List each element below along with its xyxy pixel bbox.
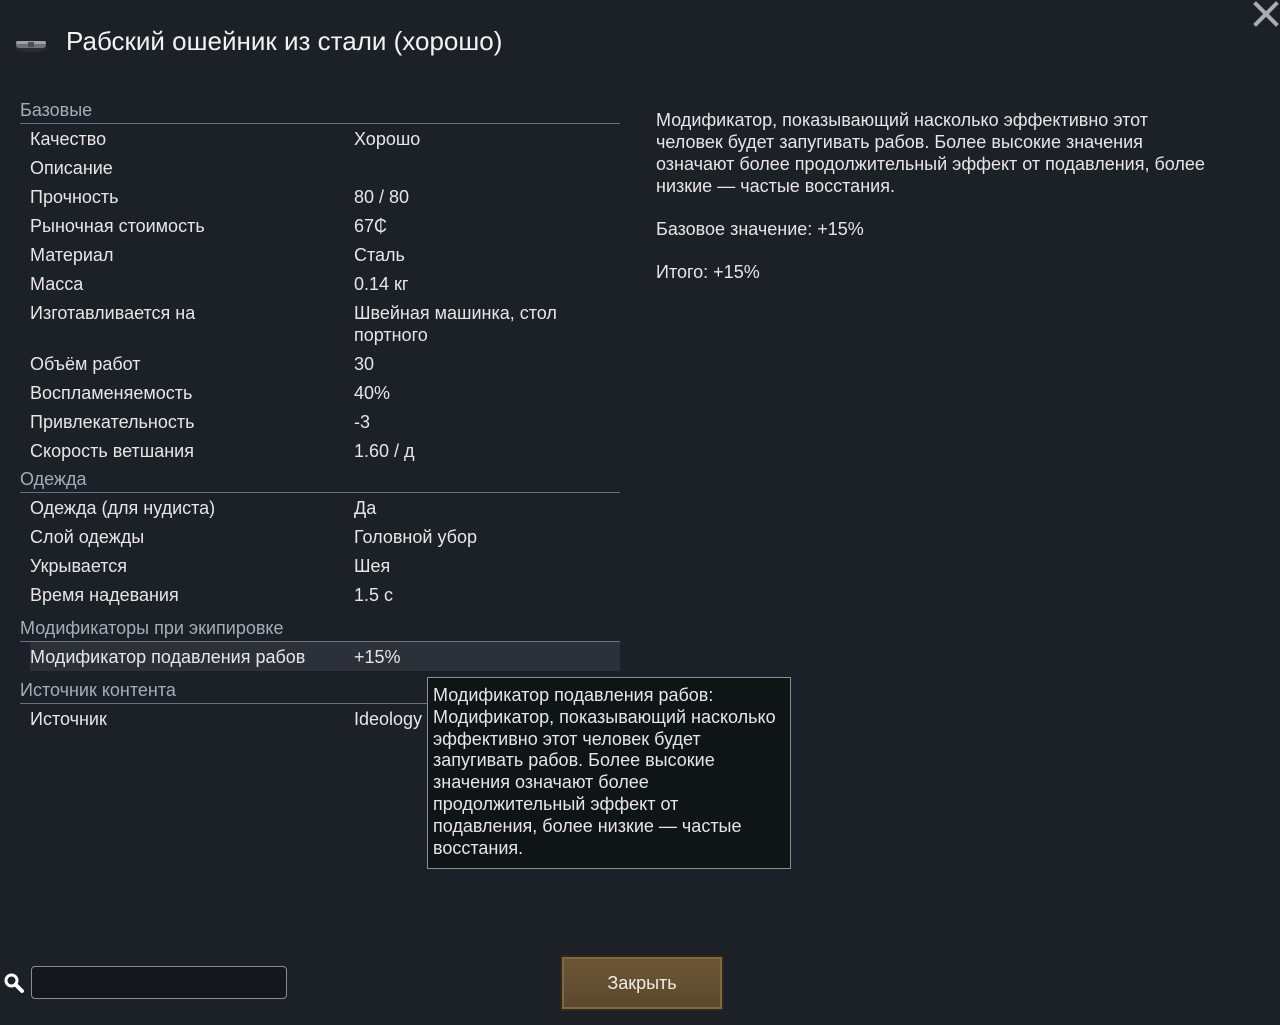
stat-value: 67₵	[354, 216, 388, 236]
stat-row[interactable]: Модификатор подавления рабов +15%	[30, 642, 620, 671]
stat-label: Одежда (для нудиста)	[30, 498, 216, 518]
stat-value: 30	[354, 354, 375, 374]
stat-row[interactable]: Воспламеняемость 40%	[30, 378, 620, 407]
stat-row[interactable]: Объём работ 30	[30, 349, 620, 378]
stat-row[interactable]: Скорость ветшания 1.60 / д	[30, 436, 620, 465]
stat-label: Скорость ветшания	[30, 441, 194, 461]
stat-value: 1.60 / д	[354, 441, 415, 461]
stat-label: Описание	[30, 158, 113, 178]
stat-label: Воспламеняемость	[30, 383, 193, 403]
close-icon[interactable]	[1252, 0, 1280, 28]
section-equip-rows: Модификатор подавления рабов +15%	[20, 642, 620, 671]
stat-row[interactable]: Материал Сталь	[30, 240, 620, 269]
stat-value: Швейная машинка, стол портного	[354, 303, 557, 345]
stat-row[interactable]: Описание	[30, 153, 620, 182]
window-title: Рабский ошейник из стали (хорошо)	[66, 26, 503, 56]
stat-value: 1.5 с	[354, 585, 394, 605]
base-value-text: Базовое значение: +15%	[656, 219, 864, 239]
stat-row[interactable]: Привлекательность -3	[30, 407, 620, 436]
stat-value: Сталь	[354, 245, 405, 265]
stat-value: -3	[354, 412, 371, 432]
stat-row[interactable]: Масса 0.14 кг	[30, 269, 620, 298]
stat-value: Да	[354, 498, 377, 518]
steel-collar-icon	[15, 41, 47, 52]
stat-value: 80 / 80	[354, 187, 410, 207]
stat-description-text: Модификатор, показывающий насколько эффе…	[656, 110, 1205, 196]
stat-label: Качество	[30, 129, 107, 149]
stat-label: Привлекательность	[30, 412, 195, 432]
stat-label: Материал	[30, 245, 114, 265]
stat-row[interactable]: Прочность 80 / 80	[30, 182, 620, 211]
stat-label: Модификатор подавления рабов	[30, 647, 306, 667]
stat-value: 0.14 кг	[354, 274, 409, 294]
stat-row[interactable]: Укрывается Шея	[30, 551, 620, 580]
stat-label: Время надевания	[30, 585, 179, 605]
search-input[interactable]	[31, 966, 287, 999]
stat-value: Головной убор	[354, 527, 477, 547]
stat-label: Изготавливается на	[30, 303, 196, 323]
stat-row[interactable]: Слой одежды Головной убор	[30, 522, 620, 551]
stat-value: +15%	[354, 647, 401, 667]
stat-row[interactable]: Качество Хорошо	[30, 124, 620, 153]
section-header-base: Базовые	[20, 96, 620, 124]
stat-label: Объём работ	[30, 354, 141, 374]
stat-label: Масса	[30, 274, 84, 294]
total-value-text: Итого: +15%	[656, 262, 760, 282]
stat-value: Хорошо	[354, 129, 421, 149]
stat-label: Укрывается	[30, 556, 128, 576]
stat-description-panel: Модификатор, показывающий насколько эффе…	[656, 109, 1216, 304]
section-header-apparel: Одежда	[20, 465, 620, 493]
stat-row[interactable]: Изготавливается на Швейная машинка, стол …	[30, 298, 620, 349]
stat-label: Источник	[30, 709, 107, 729]
section-apparel-rows: Одежда (для нудиста) Да Слой одежды Головно…	[20, 493, 620, 609]
close-button[interactable]: Закрыть	[560, 955, 724, 1011]
section-base-rows: Качество Хорошо Описание Прочность 80 / 80 Ры…	[20, 124, 620, 465]
stat-row[interactable]: Одежда (для нудиста) Да	[30, 493, 620, 522]
stats-panel: Базовые Качество Хорошо Описание Прочность 8…	[20, 96, 620, 733]
stat-label: Прочность	[30, 187, 119, 207]
stat-label: Рыночная стоимость	[30, 216, 205, 236]
section-header-equip: Модификаторы при экипировке	[20, 614, 620, 642]
stat-value: 40%	[354, 383, 391, 403]
stat-row[interactable]: Время надевания 1.5 с	[30, 580, 620, 609]
search-icon	[4, 973, 24, 993]
stat-value: Шея	[354, 556, 391, 576]
stat-row[interactable]: Рыночная стоимость 67₵	[30, 211, 620, 240]
stat-label: Слой одежды	[30, 527, 145, 547]
stat-value	[354, 157, 584, 179]
tooltip: Модификатор подавления рабов: Модификато…	[427, 677, 791, 869]
